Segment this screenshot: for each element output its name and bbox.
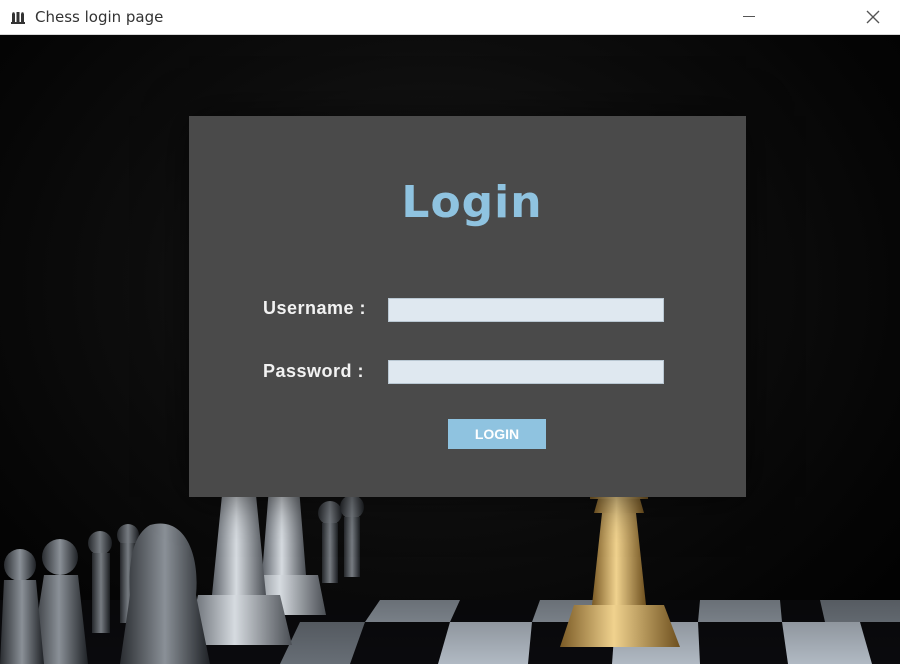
minimize-icon[interactable] [728,0,772,34]
title-bar[interactable]: Chess login page [0,0,900,35]
password-input[interactable] [388,360,664,384]
chess-pieces-icon [10,10,26,24]
login-title: Login [401,177,543,228]
chessboard-image [0,600,900,664]
username-label: Username : [263,298,367,318]
app-window: Chess login page Login Username: Passwo… [0,0,900,664]
main-content: Login Username : Password : LOGIN [0,35,900,664]
window-title: Chess login page [35,8,164,26]
login-button[interactable]: LOGIN [448,419,546,449]
password-label: Password : [263,361,365,381]
close-icon[interactable] [852,0,896,34]
login-panel: Login Username : Password : LOGIN [189,116,746,497]
username-input[interactable] [388,298,664,322]
